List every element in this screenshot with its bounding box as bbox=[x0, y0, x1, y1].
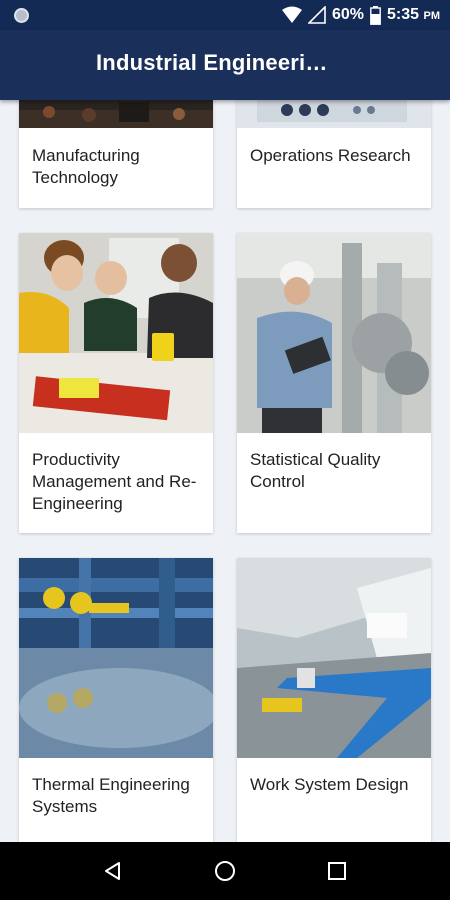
back-button[interactable] bbox=[98, 856, 128, 886]
card-operations-research[interactable]: Operations Research bbox=[237, 100, 431, 208]
card-image bbox=[237, 100, 431, 128]
category-grid[interactable]: Manufacturing Technology Operations Rese… bbox=[0, 100, 450, 842]
operations-panel-image bbox=[237, 100, 431, 128]
home-button[interactable] bbox=[210, 856, 240, 886]
conveyor-factory-image bbox=[237, 558, 431, 758]
card-image bbox=[237, 233, 431, 433]
card-label: Productivity Management and Re-Engineeri… bbox=[32, 450, 197, 513]
card-work-system-design[interactable]: Work System Design bbox=[237, 558, 431, 842]
wifi-icon bbox=[281, 6, 302, 23]
card-manufacturing-technology[interactable]: Manufacturing Technology bbox=[19, 100, 213, 208]
card-image bbox=[19, 558, 213, 758]
card-label: Manufacturing Technology bbox=[32, 146, 140, 187]
card-label: Statistical Quality Control bbox=[250, 450, 381, 491]
recents-icon bbox=[328, 862, 346, 880]
card-statistical-quality-control[interactable]: Statistical Quality Control bbox=[237, 233, 431, 533]
factory-interior-image bbox=[19, 100, 213, 128]
clock-suffix: PM bbox=[423, 10, 441, 22]
card-thermal-engineering-systems[interactable]: Thermal Engineering Systems bbox=[19, 558, 213, 842]
home-icon bbox=[215, 861, 235, 881]
battery-percent: 60% bbox=[331, 6, 365, 23]
card-image bbox=[237, 558, 431, 758]
notification-icon bbox=[14, 8, 29, 23]
card-label: Thermal Engineering Systems bbox=[32, 775, 190, 816]
clock-time: 5:35 bbox=[387, 6, 420, 23]
battery-icon bbox=[370, 5, 381, 25]
team-meeting-image bbox=[19, 233, 213, 433]
status-bar: 60% 5:35 PM bbox=[0, 0, 450, 30]
card-label: Operations Research bbox=[250, 146, 411, 165]
clock: 5:35 PM bbox=[387, 6, 440, 24]
signal-icon bbox=[307, 6, 326, 24]
card-label: Work System Design bbox=[250, 775, 409, 794]
recents-button[interactable] bbox=[322, 856, 352, 886]
engineer-with-clipboard-image bbox=[237, 233, 431, 433]
card-productivity-management[interactable]: Productivity Management and Re-Engineeri… bbox=[19, 233, 213, 533]
card-image bbox=[19, 233, 213, 433]
page-title: Industrial Engineeri… bbox=[96, 50, 328, 75]
card-image bbox=[19, 100, 213, 128]
pipes-and-valves-image bbox=[19, 558, 213, 758]
app-bar: Industrial Engineeri… bbox=[0, 30, 450, 100]
back-icon bbox=[105, 862, 120, 880]
navigation-bar bbox=[0, 842, 450, 900]
